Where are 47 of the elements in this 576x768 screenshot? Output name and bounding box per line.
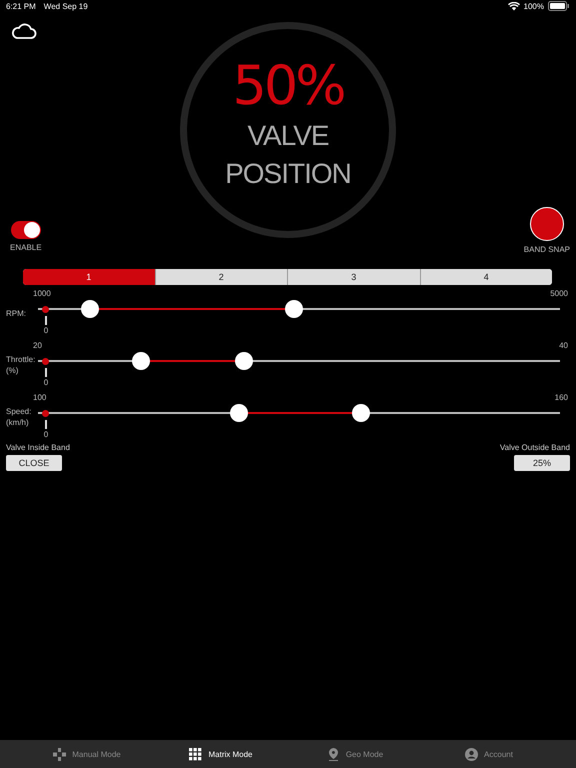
- zero-label: 0: [44, 377, 48, 389]
- band-snap-button[interactable]: [530, 207, 564, 241]
- battery-icon: [548, 1, 570, 11]
- slider-thumb[interactable]: [230, 404, 248, 422]
- tab-bar-item[interactable]: Geo Mode: [288, 740, 422, 768]
- location-pin-icon: [326, 748, 340, 760]
- wifi-icon: [508, 2, 520, 10]
- band-snap-label: BAND SNAP: [524, 245, 570, 254]
- slider-thumb[interactable]: [284, 300, 303, 318]
- slider-thumb[interactable]: [80, 300, 99, 318]
- origin-dot: [42, 306, 49, 312]
- slider-max: 5000: [550, 288, 568, 298]
- slider-thumb[interactable]: [132, 352, 150, 370]
- gamepad-icon: [53, 748, 66, 760]
- battery-percent: 100%: [524, 2, 544, 10]
- gauge-value: 50%: [232, 55, 344, 117]
- close-button[interactable]: CLOSE: [6, 455, 62, 471]
- gauge-label: VALVE: [247, 119, 329, 153]
- slider-thumb[interactable]: [352, 404, 370, 422]
- zero-label: 0: [44, 325, 48, 337]
- slider-min: 20: [33, 340, 42, 350]
- slider-label: Speed: (km/h): [5, 406, 32, 428]
- origin-dot: [42, 358, 49, 364]
- status-date: Wed Sep 19: [44, 2, 88, 10]
- gauge-label: POSITION: [225, 157, 351, 191]
- valve-percent-button[interactable]: 25%: [514, 455, 570, 471]
- status-time: 6:21 PM: [6, 2, 36, 10]
- account-icon: [465, 748, 478, 760]
- slider-max: 40: [559, 340, 568, 350]
- grid-icon: [189, 748, 202, 760]
- enable-label: ENABLE: [10, 243, 42, 252]
- enable-toggle[interactable]: [10, 221, 41, 239]
- slider-label: RPM:: [5, 308, 27, 318]
- slider-min: 100: [33, 392, 46, 402]
- tab-bar-item[interactable]: Matrix Mode: [154, 740, 288, 768]
- slider-thumb[interactable]: [235, 352, 254, 370]
- origin-dot: [42, 410, 49, 416]
- tab-bar-item[interactable]: Account: [422, 740, 556, 768]
- slider-max: 160: [554, 392, 568, 402]
- valve-inside-label: Valve Inside Band: [6, 443, 70, 452]
- zero-label: 0: [44, 429, 48, 441]
- tab-bar-item[interactable]: Manual Mode: [20, 740, 154, 768]
- cloud-icon: [11, 22, 37, 40]
- band-tab[interactable]: 4: [420, 269, 552, 285]
- valve-outside-label: Valve Outside Band: [500, 443, 570, 452]
- band-tab[interactable]: 1: [23, 269, 154, 285]
- slider-min: 1000: [33, 288, 51, 298]
